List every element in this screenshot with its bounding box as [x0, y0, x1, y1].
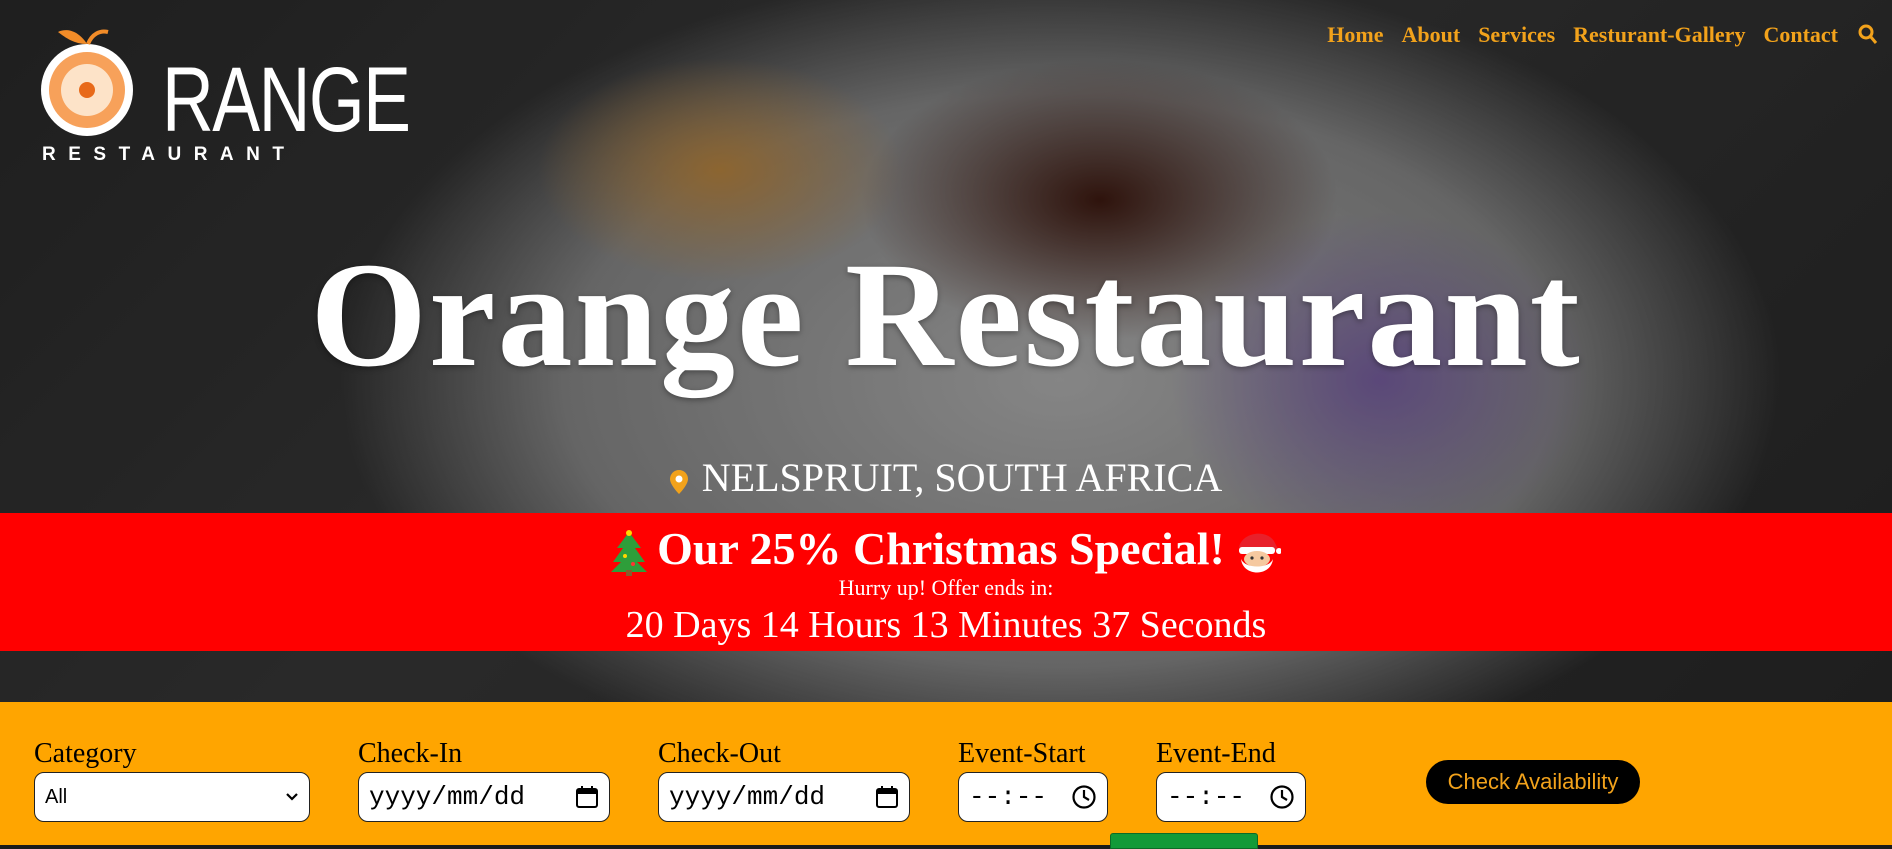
- christmas-promo-banner: Our 25% Christmas Special! Hurry up! Off…: [0, 513, 1892, 651]
- event-end-time-input[interactable]: --:--: [1156, 772, 1306, 822]
- availability-form: Category All Check-In yyyy/mm/dd Check-O…: [0, 702, 1892, 849]
- checkin-field: Check-In yyyy/mm/dd: [358, 738, 610, 822]
- checkout-placeholder: yyyy/mm/dd: [669, 782, 826, 812]
- christmas-tree-icon: [611, 530, 648, 577]
- checkin-date-input[interactable]: yyyy/mm/dd: [358, 772, 610, 822]
- promo-title: Our 25% Christmas Special!: [0, 523, 1892, 577]
- event-start-time-input[interactable]: --:--: [958, 772, 1108, 822]
- checkout-date-input[interactable]: yyyy/mm/dd: [658, 772, 910, 822]
- event-start-placeholder: --:--: [969, 782, 1048, 812]
- event-end-field: Event-End --:--: [1156, 738, 1306, 822]
- promo-title-text: Our 25% Christmas Special!: [657, 523, 1225, 574]
- event-start-label: Event-Start: [958, 738, 1086, 769]
- category-value: All: [45, 785, 68, 808]
- location: NELSPRUIT, SOUTH AFRICA: [0, 454, 1892, 502]
- chevron-down-icon: [286, 793, 298, 801]
- location-text: NELSPRUIT, SOUTH AFRICA: [701, 455, 1223, 500]
- countdown-timer: 20 Days 14 Hours 13 Minutes 37 Seconds: [625, 604, 1267, 647]
- nav-gallery[interactable]: Resturant-Gallery: [1573, 22, 1745, 48]
- santa-icon: [1238, 534, 1281, 573]
- event-start-field: Event-Start --:--: [958, 738, 1108, 822]
- checkout-label: Check-Out: [658, 738, 781, 769]
- logo[interactable]: RANGE RESTAURANT: [30, 24, 411, 174]
- checkin-label: Check-In: [358, 738, 463, 769]
- nav-about[interactable]: About: [1402, 22, 1461, 48]
- calendar-icon[interactable]: [575, 785, 599, 809]
- hero-title: Orange Restaurant: [310, 232, 1582, 398]
- category-label: Category: [34, 738, 137, 769]
- logo-subtitle: RESTAURANT: [42, 144, 297, 165]
- category-select[interactable]: All: [34, 772, 310, 822]
- checkout-field: Check-Out yyyy/mm/dd: [658, 738, 910, 822]
- nav-home[interactable]: Home: [1327, 22, 1383, 48]
- clock-icon[interactable]: [1071, 784, 1097, 810]
- check-availability-button[interactable]: Check Availability: [1426, 760, 1640, 804]
- clock-icon[interactable]: [1269, 784, 1295, 810]
- hero-section: RANGE RESTAURANT Home About Services Res…: [0, 0, 1892, 702]
- nav-contact[interactable]: Contact: [1763, 22, 1838, 48]
- location-pin-icon: [669, 469, 688, 494]
- checkin-placeholder: yyyy/mm/dd: [369, 782, 526, 812]
- nav-services[interactable]: Services: [1478, 22, 1555, 48]
- promo-subtitle: Hurry up! Offer ends in:: [838, 575, 1054, 601]
- event-end-placeholder: --:--: [1167, 782, 1246, 812]
- main-nav: Home About Services Resturant-Gallery Co…: [1309, 22, 1878, 48]
- green-tab[interactable]: [1110, 833, 1258, 849]
- calendar-icon[interactable]: [875, 785, 899, 809]
- event-end-label: Event-End: [1156, 738, 1276, 769]
- category-field: Category All: [34, 738, 310, 822]
- search-icon[interactable]: [1858, 24, 1878, 46]
- logo-wordmark: RANGE: [162, 49, 411, 151]
- orange-logo-icon: [41, 29, 133, 136]
